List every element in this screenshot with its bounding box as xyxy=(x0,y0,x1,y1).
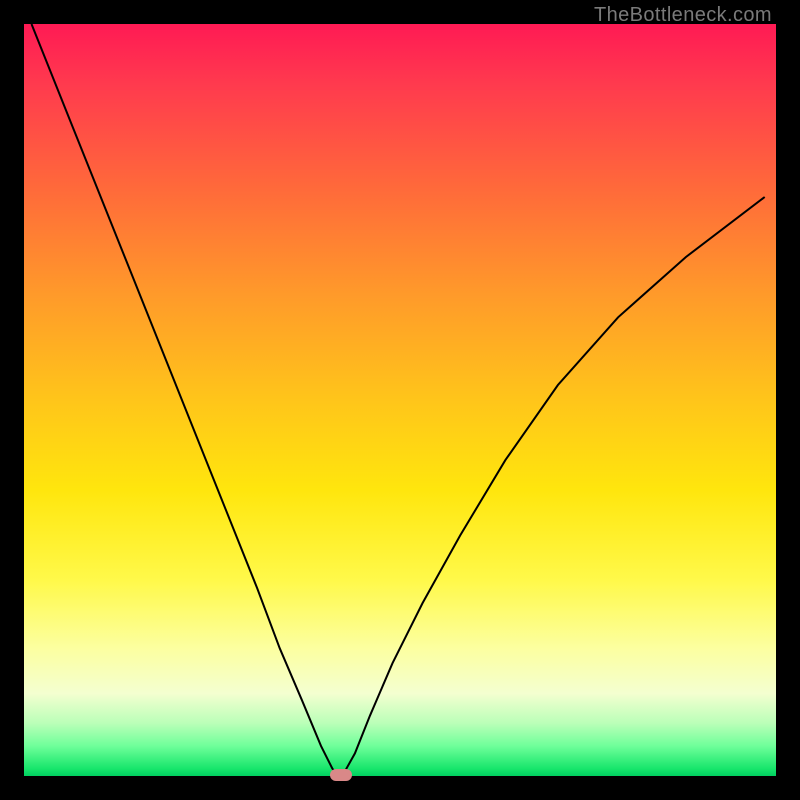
chart-plot-area xyxy=(24,24,776,776)
bottleneck-curve xyxy=(24,24,776,776)
watermark-text: TheBottleneck.com xyxy=(594,4,772,27)
optimum-marker xyxy=(330,769,352,781)
